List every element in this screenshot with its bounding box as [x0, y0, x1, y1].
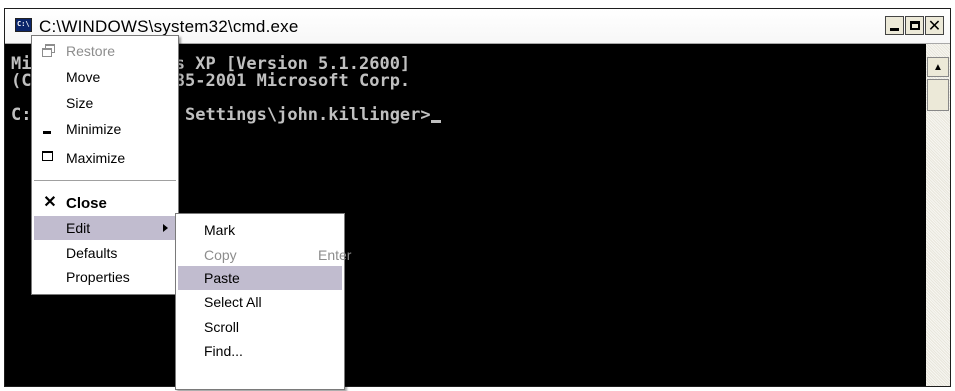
menu-item-mark[interactable]: Mark	[178, 218, 342, 242]
maximize-icon	[42, 151, 53, 161]
menu-item-restore[interactable]: Restore	[34, 39, 176, 63]
menu-item-properties[interactable]: Properties	[34, 265, 176, 289]
close-icon: ✕	[43, 194, 57, 211]
close-icon: ✕	[927, 15, 942, 35]
copy-accelerator: Enter	[318, 247, 352, 263]
menu-item-paste[interactable]: Paste	[178, 266, 342, 290]
close-button[interactable]: ✕	[925, 16, 944, 35]
menu-item-move[interactable]: Move	[34, 65, 176, 89]
cmd-app-icon[interactable]	[15, 18, 32, 32]
scroll-up-arrow-icon[interactable]: ▲	[927, 57, 949, 77]
vertical-scrollbar[interactable]: ▲	[926, 44, 950, 386]
minimize-button[interactable]	[885, 16, 904, 35]
edit-submenu: Mark Copy Enter Paste Select All Scroll …	[175, 213, 351, 390]
minimize-icon	[890, 28, 899, 31]
maximize-icon	[909, 21, 920, 30]
system-menu: Restore Move Size Minimize Maximize ✕ Cl…	[31, 35, 179, 295]
menu-item-copy[interactable]: Copy Enter	[178, 243, 351, 267]
menu-item-close[interactable]: ✕ Close	[34, 191, 176, 215]
menu-item-edit[interactable]: Edit	[34, 216, 176, 240]
menu-item-defaults[interactable]: Defaults	[34, 241, 176, 265]
menu-item-scroll[interactable]: Scroll	[178, 315, 342, 339]
maximize-button[interactable]	[905, 16, 924, 35]
menu-separator	[34, 180, 176, 181]
menu-item-select-all[interactable]: Select All	[178, 290, 342, 314]
window-title: C:\WINDOWS\system32\cmd.exe	[39, 17, 299, 36]
scroll-thumb[interactable]	[927, 79, 949, 111]
minimize-icon	[43, 131, 51, 134]
menu-item-size[interactable]: Size	[34, 91, 176, 115]
restore-icon	[42, 44, 55, 57]
menu-item-maximize[interactable]: Maximize	[34, 146, 176, 170]
submenu-arrow-icon	[163, 224, 168, 232]
menu-item-find[interactable]: Find...	[178, 339, 342, 363]
text-cursor	[430, 120, 441, 123]
menu-item-minimize[interactable]: Minimize	[34, 117, 176, 141]
